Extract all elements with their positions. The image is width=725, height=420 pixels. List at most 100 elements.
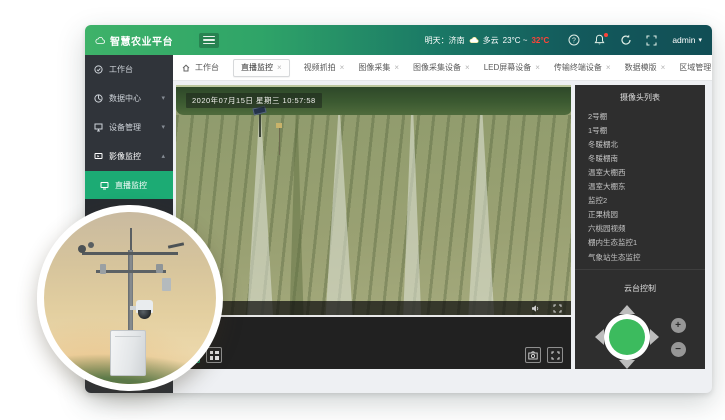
tab-led-device[interactable]: LED屏幕设备 × xyxy=(484,62,540,73)
workbench-icon xyxy=(93,65,103,75)
collapse-menu-button[interactable] xyxy=(199,33,219,48)
tab-bar: 工作台 直播监控 × 视频抓拍 × 图像采集 × 图像采 xyxy=(173,55,712,81)
ptz-zoom-in-button[interactable]: + xyxy=(671,318,686,333)
camera-icon xyxy=(528,351,538,360)
video-fullscreen-icon[interactable] xyxy=(551,302,564,315)
camera-list-item[interactable]: 六桃园视频 xyxy=(575,221,705,235)
camera-panel: 摄像头列表 2号棚 1号棚 冬暖棚北 冬暖棚南 温室大棚西 温室大棚东 监控2 … xyxy=(575,85,705,369)
dome-camera xyxy=(136,300,154,320)
camera-list-item[interactable]: 温室大棚东 xyxy=(575,179,705,193)
tab-label: 图像采集设备 xyxy=(413,62,461,73)
live-video-view[interactable]: 2020年07月15日 星期三 10:57:58 / 0:00 xyxy=(176,85,571,317)
ptz-zoom-out-button[interactable]: − xyxy=(671,342,686,357)
data-center-icon xyxy=(93,94,103,104)
video-field-rows xyxy=(176,115,571,317)
video-player: 2020年07月15日 星期三 10:57:58 / 0:00 xyxy=(176,85,571,369)
ptz-up-button[interactable] xyxy=(619,305,635,314)
temp-high: 32°C xyxy=(531,36,549,45)
tab-live-monitor[interactable]: 直播监控 × xyxy=(233,59,290,77)
chevron-down-icon: ▾ xyxy=(161,95,165,102)
sensor xyxy=(100,264,106,274)
notifications-bell-icon[interactable] xyxy=(593,34,606,47)
sidebar-item-label: 设备管理 xyxy=(109,122,155,133)
camera-list-item[interactable]: 2号棚 xyxy=(575,108,705,122)
sensor xyxy=(156,264,163,273)
ptz-left-button[interactable] xyxy=(595,329,604,345)
tab-video-capture[interactable]: 视频抓拍 × xyxy=(304,62,345,73)
svg-text:?: ? xyxy=(572,38,576,45)
camera-list-item[interactable]: 监控2 xyxy=(575,193,705,207)
sidebar-item-data-center[interactable]: 数据中心 ▾ xyxy=(85,84,173,113)
control-cabinet xyxy=(110,330,146,376)
tab-transmit-device[interactable]: 传输终端设备 × xyxy=(554,62,611,73)
chevron-down-icon: ▾ xyxy=(161,124,165,131)
field-sign xyxy=(276,123,282,128)
ptz-right-button[interactable] xyxy=(650,329,659,345)
sidebar-item-device-mgmt[interactable]: 设备管理 ▾ xyxy=(85,113,173,142)
anemometer-icon xyxy=(78,245,86,253)
snapshot-button[interactable] xyxy=(525,347,541,363)
app-title: 智慧农业平台 xyxy=(110,33,173,48)
camera-list-item[interactable]: 冬暖棚南 xyxy=(575,150,705,164)
user-caret-icon: ▾ xyxy=(698,37,702,44)
tab-label: 直播监控 xyxy=(241,62,273,73)
canvas: 智慧农业平台 明天：济南 多云 23°C ~ 32°C ? xyxy=(0,0,725,420)
tab-label: 区域管理 xyxy=(679,62,711,73)
weather-city: 明天：济南 xyxy=(425,35,465,46)
tab-close-icon[interactable]: × xyxy=(535,63,540,72)
sidebar-item-video-monitor[interactable]: 影像监控 ▴ xyxy=(85,142,173,171)
tab-label: 数据模版 xyxy=(625,62,657,73)
notification-badge xyxy=(604,33,608,37)
sidebar-item-label: 工作台 xyxy=(109,64,165,75)
ptz-section: 云台控制 + xyxy=(575,270,705,369)
weather-widget: 明天：济南 多云 23°C ~ 32°C xyxy=(425,35,550,46)
tab-label: LED屏幕设备 xyxy=(484,62,532,73)
live-monitor-icon xyxy=(99,180,109,190)
camera-list-item[interactable]: 棚内生态监控1 xyxy=(575,235,705,249)
tab-area-mgmt[interactable]: 区域管理 × xyxy=(679,62,712,73)
tab-close-icon[interactable]: × xyxy=(277,63,282,72)
tab-close-icon[interactable]: × xyxy=(606,63,611,72)
temp-low: 23°C ~ xyxy=(503,36,528,45)
rain-gauge xyxy=(162,278,171,291)
chevron-up-icon: ▴ xyxy=(161,153,165,160)
tab-label: 视频抓拍 xyxy=(304,62,336,73)
ptz-center-button[interactable] xyxy=(609,319,645,355)
tab-label: 工作台 xyxy=(195,62,219,73)
sidebar-item-workbench[interactable]: 工作台 xyxy=(85,55,173,84)
anemometer-icon xyxy=(88,242,94,248)
tab-image-collect[interactable]: 图像采集 × xyxy=(358,62,399,73)
tab-workbench[interactable]: 工作台 xyxy=(181,62,219,73)
help-icon[interactable]: ? xyxy=(567,34,580,47)
station-crossarm xyxy=(82,252,178,255)
weather-cloud-icon xyxy=(469,35,479,45)
weather-condition: 多云 xyxy=(483,35,499,46)
sidebar-subitem-live-monitor[interactable]: 直播监控 xyxy=(85,171,173,199)
tab-close-icon[interactable]: × xyxy=(394,63,399,72)
video-timestamp: 2020年07月15日 星期三 10:57:58 xyxy=(186,93,322,108)
tab-data-template[interactable]: 数据模版 × xyxy=(625,62,666,73)
tab-close-icon[interactable]: × xyxy=(661,63,666,72)
user-menu[interactable]: admin ▾ xyxy=(672,35,702,45)
video-monitor-icon xyxy=(93,152,103,162)
camera-list-item[interactable]: 1号棚 xyxy=(575,122,705,136)
ptz-down-button[interactable] xyxy=(619,360,635,369)
tab-close-icon[interactable]: × xyxy=(340,63,345,72)
player-toolbar xyxy=(176,317,571,369)
app-header: 智慧农业平台 明天：济南 多云 23°C ~ 32°C ? xyxy=(85,25,712,55)
camera-list-item[interactable]: 正果桃园 xyxy=(575,207,705,221)
tab-image-device[interactable]: 图像采集设备 × xyxy=(413,62,470,73)
camera-list-item[interactable]: 冬暖棚北 xyxy=(575,136,705,150)
sidebar-item-label: 数据中心 xyxy=(109,93,155,104)
video-progress-bar[interactable] xyxy=(176,315,571,317)
camera-list-item[interactable]: 气象站生态监控 xyxy=(575,249,705,263)
player-fullscreen-button[interactable] xyxy=(547,347,563,363)
cloud-logo-icon xyxy=(95,35,105,45)
tab-close-icon[interactable]: × xyxy=(465,63,470,72)
camera-list-item[interactable]: 温室大棚西 xyxy=(575,164,705,178)
wind-vane xyxy=(168,242,184,248)
refresh-icon[interactable] xyxy=(619,34,632,47)
tab-label: 传输终端设备 xyxy=(554,62,602,73)
fullscreen-icon[interactable] xyxy=(645,34,658,47)
volume-icon[interactable] xyxy=(529,302,542,315)
